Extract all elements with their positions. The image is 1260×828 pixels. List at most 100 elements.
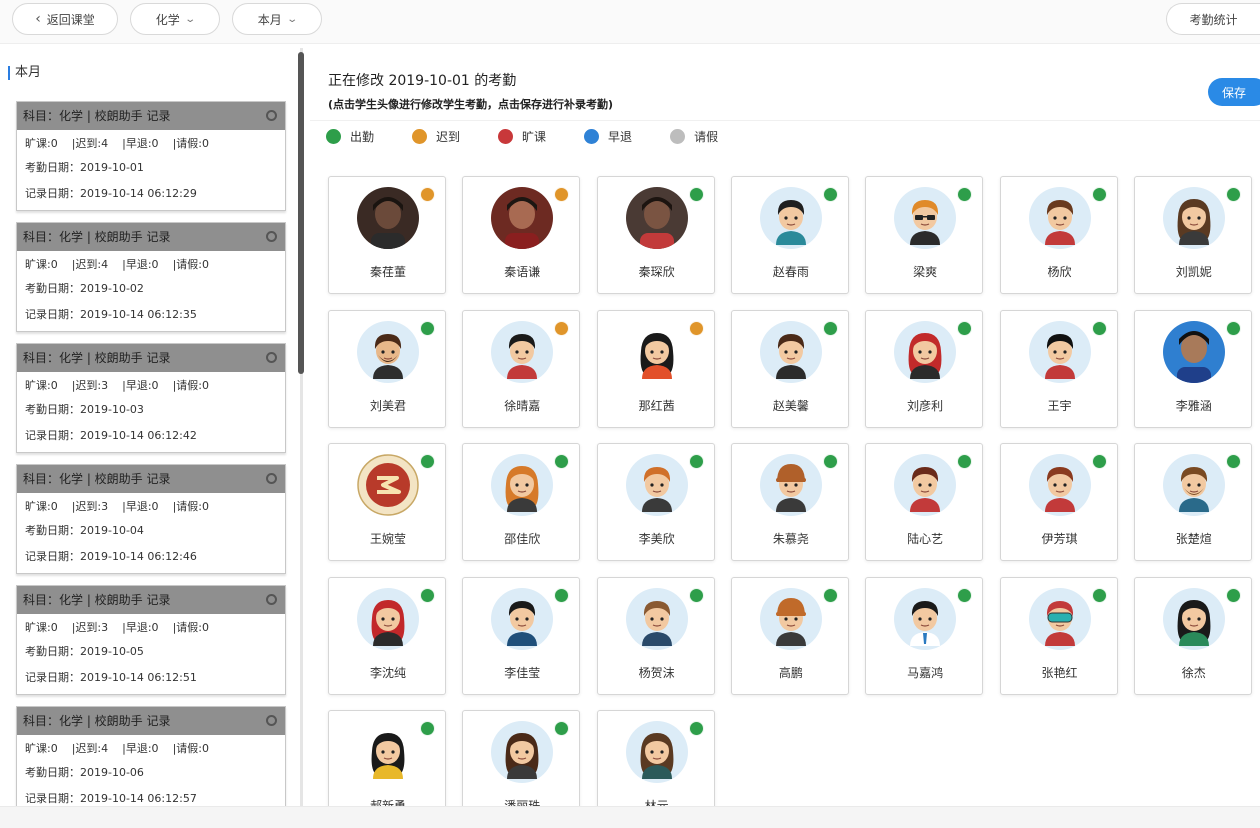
student-card[interactable]: 马嘉鸿 (865, 576, 984, 695)
student-avatar[interactable] (357, 454, 419, 516)
record-stat: |早退:0 (122, 258, 159, 271)
student-card[interactable]: 刘凯妮 (1133, 176, 1252, 294)
status-badge-icon (1225, 454, 1241, 469)
student-avatar[interactable] (1162, 187, 1225, 249)
student-card[interactable]: 梁爽 (865, 176, 984, 294)
student-card[interactable]: 张楚煊 (1133, 443, 1252, 561)
student-avatar[interactable] (625, 454, 688, 516)
student-avatar[interactable] (625, 587, 688, 650)
student-card[interactable]: 那红茜 (596, 309, 715, 428)
legend-item: 旷课 (498, 128, 546, 145)
student-avatar[interactable] (625, 721, 688, 783)
gear-icon[interactable] (266, 110, 277, 121)
student-card[interactable]: 李雅涵 (1133, 309, 1252, 428)
student-card[interactable]: 徐杰 (1133, 576, 1252, 695)
period-select[interactable]: 本月 ⌄ (232, 3, 322, 35)
record-header: 科目：化学 | 校朗助手 记录 (17, 586, 285, 614)
student-avatar[interactable] (759, 187, 822, 249)
record-card[interactable]: 科目：化学 | 校朗助手 记录 旷课:0 |迟到:4 |早退:0 |请假:0 考勤日期… (16, 101, 286, 211)
gear-icon[interactable] (266, 594, 277, 605)
student-avatar[interactable] (1028, 320, 1091, 383)
record-stat: |迟到:4 (71, 258, 109, 271)
student-name: 秦琛欣 (638, 265, 675, 279)
gear-icon[interactable] (266, 715, 277, 726)
student-card[interactable]: 李美欣 (596, 443, 715, 561)
gear-icon[interactable] (266, 231, 277, 242)
student-avatar[interactable] (759, 320, 822, 383)
student-card[interactable]: 李佳莹 (462, 576, 581, 695)
record-card[interactable]: 科目：化学 | 校朗助手 记录 旷课:0 |迟到:3 |早退:0 |请假:0 考勤日期… (16, 343, 286, 453)
record-card[interactable]: 科目：化学 | 校朗助手 记录 旷课:0 |迟到:3 |早退:0 |请假:0 考勤日期… (16, 585, 286, 695)
gear-icon[interactable] (266, 473, 277, 484)
record-stat: |早退:0 (122, 500, 159, 513)
student-avatar[interactable] (894, 454, 957, 516)
student-avatar[interactable] (491, 454, 554, 516)
chevron-down-icon: ⌄ (286, 13, 298, 25)
student-avatar[interactable] (357, 587, 419, 650)
record-card[interactable]: 科目：化学 | 校朗助手 记录 旷课:0 |迟到:4 |早退:0 |请假:0 考勤日期… (16, 706, 286, 806)
student-card[interactable]: 赵美馨 (730, 309, 849, 428)
status-dot-icon (670, 129, 686, 144)
student-card[interactable]: 朱慕尧 (730, 443, 849, 561)
status-dot-icon (326, 129, 341, 144)
student-avatar[interactable] (357, 187, 419, 249)
student-card[interactable]: 邵佳欣 (462, 443, 581, 561)
attendance-stats-button[interactable]: 考勤统计 (1166, 3, 1260, 35)
student-card[interactable]: 张艳红 (999, 576, 1118, 695)
student-avatar[interactable] (1028, 587, 1091, 650)
student-avatar[interactable] (894, 320, 957, 383)
status-badge-icon (1091, 187, 1107, 202)
student-card[interactable]: 刘彦利 (865, 309, 984, 428)
student-avatar[interactable] (491, 187, 554, 249)
student-avatar[interactable] (759, 454, 822, 516)
records-panel: 本月 科目：化学 | 校朗助手 记录 旷课:0 |迟到:4 |早退:0 |请假:0 考… (0, 48, 300, 806)
status-badge-icon (957, 320, 973, 336)
student-name: 徐杰 (1181, 665, 1206, 680)
record-stat: |早退:0 (122, 621, 159, 634)
student-card[interactable]: 高鹏 (730, 576, 849, 695)
record-stat: |迟到:3 (71, 621, 109, 634)
student-avatar[interactable] (894, 587, 957, 650)
student-card[interactable]: 杨贺沫 (596, 576, 715, 695)
student-avatar[interactable] (1028, 187, 1091, 249)
student-avatar[interactable] (894, 187, 957, 249)
student-card[interactable]: 秦琛欣 (596, 176, 715, 294)
student-card[interactable]: 伊芳琪 (999, 443, 1118, 561)
student-avatar[interactable] (1162, 454, 1225, 516)
student-avatar[interactable] (357, 721, 419, 783)
student-card[interactable]: 刘美君 (328, 309, 446, 428)
student-card[interactable]: 赵春雨 (730, 176, 849, 294)
record-card[interactable]: 科目：化学 | 校朗助手 记录 旷课:0 |迟到:4 |早退:0 |请假:0 考勤日期… (16, 222, 286, 332)
student-avatar[interactable] (357, 320, 419, 383)
student-avatar[interactable] (759, 587, 822, 650)
student-avatar[interactable] (491, 721, 554, 783)
subject-select[interactable]: 化学 ⌄ (130, 3, 220, 35)
student-card[interactable]: 杨欣 (999, 176, 1118, 294)
gear-icon[interactable] (266, 352, 277, 363)
student-name: 李美欣 (638, 532, 675, 546)
student-avatar[interactable] (1162, 587, 1225, 650)
save-button[interactable]: 保存 (1208, 78, 1260, 106)
student-avatar[interactable] (626, 321, 688, 383)
student-avatar[interactable] (491, 320, 554, 383)
student-avatar[interactable] (625, 187, 688, 249)
status-badge-icon (1091, 587, 1107, 603)
record-card[interactable]: 科目：化学 | 校朗助手 记录 旷课:0 |迟到:3 |早退:0 |请假:0 考勤日期… (16, 464, 286, 574)
student-card[interactable]: 秦荏董 (328, 176, 446, 294)
student-card[interactable]: 王宇 (999, 309, 1118, 428)
record-record-date: 记录日期：2019-10-14 06:12:42 (25, 429, 197, 442)
student-card[interactable]: 李沈纯 (328, 576, 446, 695)
student-avatar[interactable] (491, 587, 554, 650)
student-avatar[interactable] (1162, 320, 1225, 383)
student-card[interactable]: 陆心艺 (865, 443, 984, 561)
scrollbar-thumb[interactable] (298, 52, 304, 374)
student-name: 邵佳欣 (504, 532, 541, 546)
record-header: 科目：化学 | 校朗助手 记录 (17, 223, 285, 251)
student-card[interactable]: 徐晴嘉 (462, 309, 581, 428)
student-avatar[interactable] (1028, 454, 1091, 516)
student-card[interactable]: 秦语谦 (462, 176, 581, 294)
record-record-date: 记录日期：2019-10-14 06:12:57 (25, 792, 197, 805)
student-name: 伊芳琪 (1041, 532, 1078, 546)
student-card[interactable]: 王婉莹 (328, 443, 446, 561)
back-to-class-button[interactable]: ‹ 返回课堂 (12, 3, 118, 35)
